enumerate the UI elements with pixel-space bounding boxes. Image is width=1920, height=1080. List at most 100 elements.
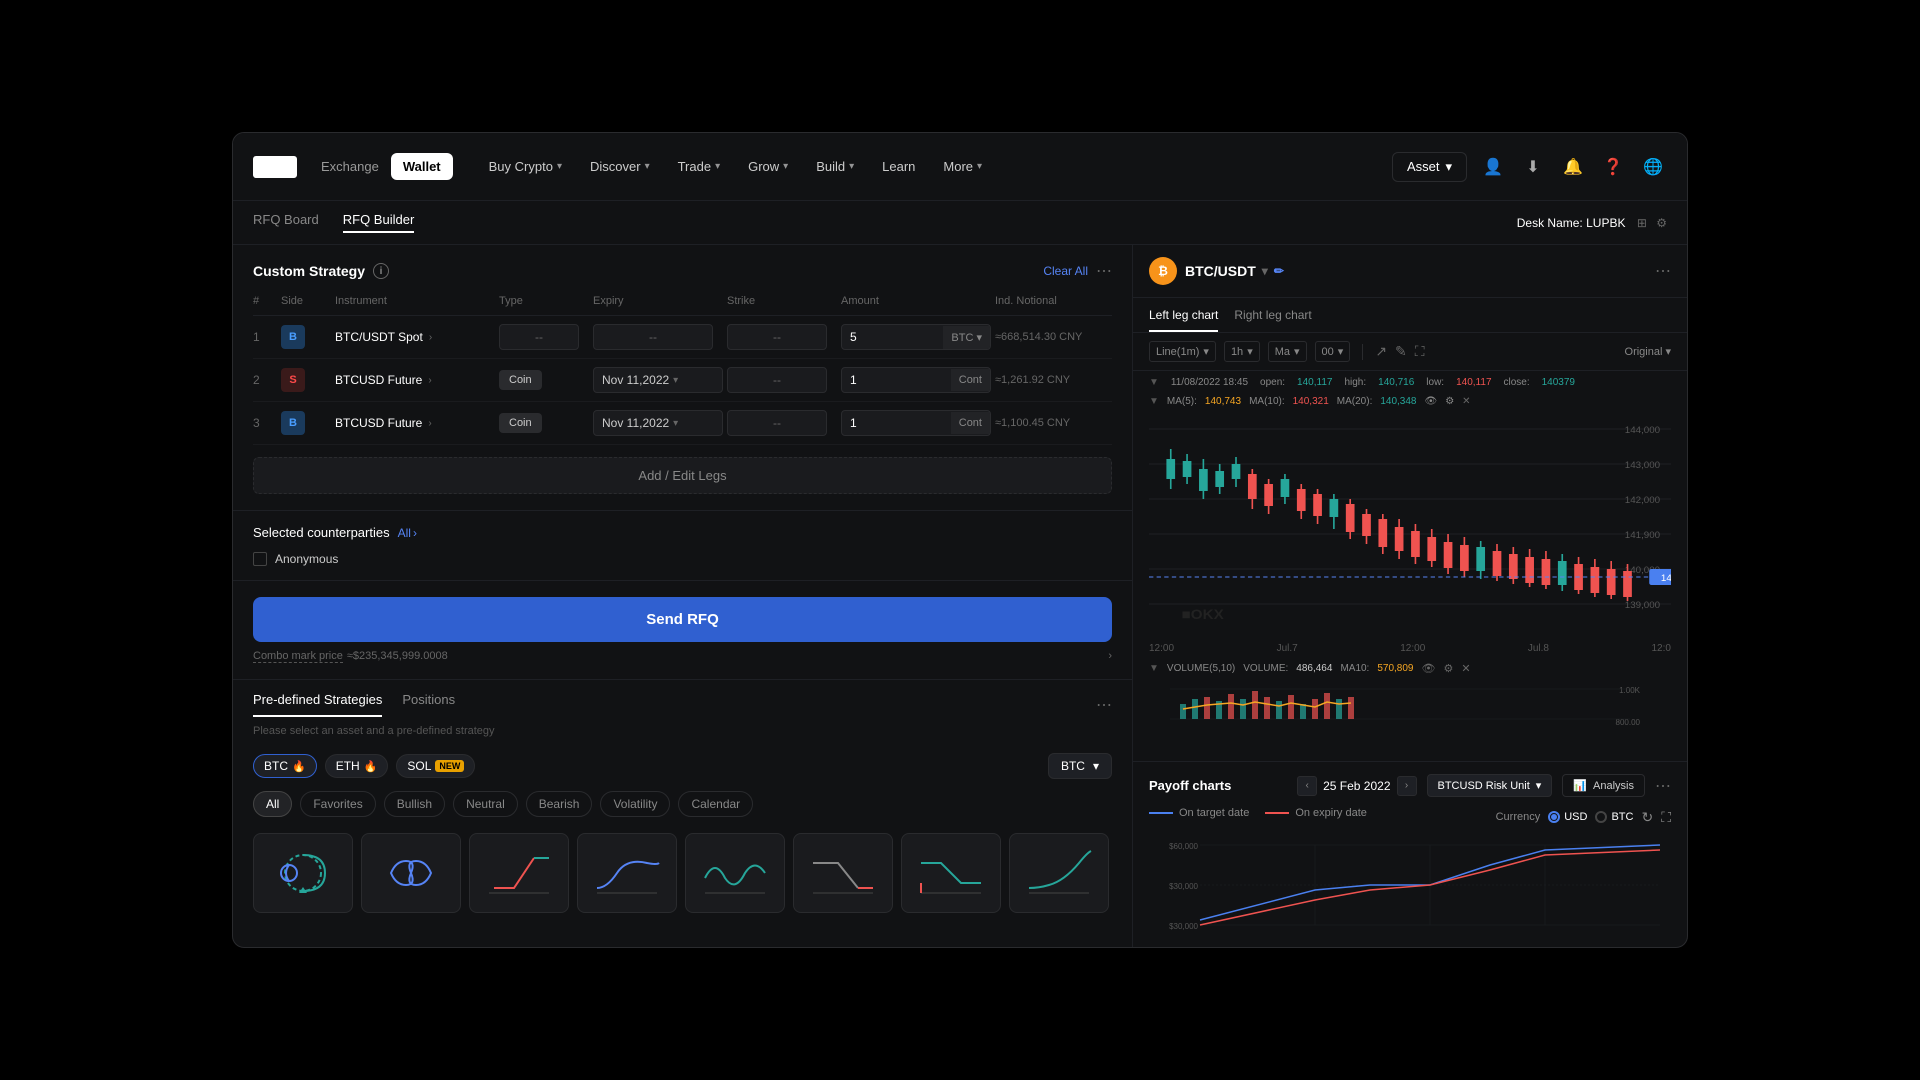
chart-more-icon[interactable]: ⋯ xyxy=(1655,261,1671,281)
coin-info: ₿ BTC/USDT ▾ ✏ xyxy=(1149,257,1284,285)
chart-toolbar: Line(1m) ▾ 1h ▾ Ma ▾ 00 ▾ ↗ ✎ ⛶ Original… xyxy=(1133,333,1687,371)
user-icon[interactable]: 👤 xyxy=(1479,153,1507,181)
strategy-card-1[interactable] xyxy=(253,833,353,913)
chart-header: ₿ BTC/USDT ▾ ✏ ⋯ xyxy=(1133,245,1687,298)
timeframe-selector[interactable]: Line(1m) ▾ xyxy=(1149,341,1216,362)
svg-text:140,379: 140,379 xyxy=(1661,572,1671,583)
row2-instrument: BTCUSD Future › xyxy=(335,373,495,387)
zoom-out-icon[interactable]: ↗ xyxy=(1375,343,1387,360)
add-edit-legs-button[interactable]: Add / Edit Legs xyxy=(253,457,1112,494)
risk-unit-dropdown[interactable]: BTCUSD Risk Unit ▾ xyxy=(1427,774,1553,797)
rfq-builder-tab[interactable]: RFQ Builder xyxy=(343,212,415,233)
send-rfq-button[interactable]: Send RFQ xyxy=(253,597,1112,642)
left-leg-chart-tab[interactable]: Left leg chart xyxy=(1149,308,1218,332)
strategy-cards-list xyxy=(233,825,1132,921)
original-button[interactable]: Original ▾ xyxy=(1625,345,1671,358)
nav-trade[interactable]: Trade ▾ xyxy=(666,151,733,182)
rfq-board-tab[interactable]: RFQ Board xyxy=(253,212,319,233)
predefined-tab[interactable]: Pre-defined Strategies xyxy=(253,692,382,717)
strategy-card-3[interactable] xyxy=(469,833,569,913)
nav-build[interactable]: Build ▾ xyxy=(804,151,866,182)
btc-icon: ₿ xyxy=(1149,257,1177,285)
filter-calendar[interactable]: Calendar xyxy=(678,791,753,817)
row2-notional: ≈1,261.92 CNY xyxy=(995,374,1133,386)
nav-more[interactable]: More ▾ xyxy=(931,151,994,182)
nav-buy-crypto[interactable]: Buy Crypto ▾ xyxy=(477,151,574,182)
filter-favorites[interactable]: Favorites xyxy=(300,791,375,817)
strategy-card-6[interactable] xyxy=(793,833,893,913)
positions-tab[interactable]: Positions xyxy=(402,692,455,717)
clear-all-button[interactable]: Clear All xyxy=(1043,264,1088,278)
filter-volatility[interactable]: Volatility xyxy=(600,791,670,817)
currency-usd-radio[interactable]: USD xyxy=(1548,811,1587,823)
anonymous-checkbox[interactable] xyxy=(253,552,267,566)
row1-amount-input[interactable] xyxy=(842,325,943,349)
svg-text:$30,000: $30,000 xyxy=(1169,922,1198,931)
strategy-card-2[interactable] xyxy=(361,833,461,913)
strategy-card-4[interactable] xyxy=(577,833,677,913)
refresh-icon[interactable]: ↻ xyxy=(1641,809,1653,826)
ma-info: ▼ MA(5):140,743 MA(10):140,321 MA(20):14… xyxy=(1133,394,1687,409)
svg-text:143,000: 143,000 xyxy=(1625,459,1660,470)
asset-sol-tag[interactable]: SOL NEW xyxy=(396,754,475,778)
help-icon[interactable]: ❓ xyxy=(1599,153,1627,181)
crosshair-icon[interactable]: ✎ xyxy=(1395,343,1407,360)
payoff-more-icon[interactable]: ⋯ xyxy=(1655,776,1671,796)
right-leg-chart-tab[interactable]: Right leg chart xyxy=(1234,308,1311,332)
toolbar-separator xyxy=(1362,344,1363,360)
exchange-tab[interactable]: Exchange xyxy=(309,153,391,180)
strategy-more-icon[interactable]: ⋯ xyxy=(1096,261,1112,281)
nav-discover[interactable]: Discover ▾ xyxy=(578,151,662,182)
predefined-more-icon[interactable]: ⋯ xyxy=(1096,695,1112,715)
strategy-card-8[interactable] xyxy=(1009,833,1109,913)
interval-selector[interactable]: 1h ▾ xyxy=(1224,341,1260,362)
nav-grow[interactable]: Grow ▾ xyxy=(736,151,800,182)
asset-button[interactable]: Asset ▾ xyxy=(1392,152,1467,182)
row1-strike: -- xyxy=(727,324,827,350)
row3-amount: Cont xyxy=(841,410,991,436)
strategy-info-icon[interactable]: i xyxy=(373,263,389,279)
indicator-selector[interactable]: Ma ▾ xyxy=(1268,341,1307,362)
row3-type-button[interactable]: Coin xyxy=(499,413,542,433)
filter-all[interactable]: All xyxy=(253,791,292,817)
analysis-button[interactable]: 📊 Analysis xyxy=(1562,774,1645,797)
period-selector[interactable]: 00 ▾ xyxy=(1315,341,1351,362)
asset-btc-tag[interactable]: BTC 🔥 xyxy=(253,754,317,778)
strategy-table: # Side Instrument Type Expiry Strike Amo… xyxy=(253,295,1112,445)
th-instrument: Instrument xyxy=(335,295,495,307)
nav-learn[interactable]: Learn xyxy=(870,151,927,182)
row3-amount-input[interactable] xyxy=(842,411,951,435)
strategy-card-5[interactable] xyxy=(685,833,785,913)
counterparties-all-link[interactable]: All › xyxy=(398,526,417,540)
prev-date-button[interactable]: ‹ xyxy=(1297,776,1317,796)
row3-expiry[interactable]: Nov 11,2022 ▾ xyxy=(593,410,723,436)
th-type: Type xyxy=(499,295,589,307)
svg-text:$60,000: $60,000 xyxy=(1169,842,1198,851)
download-icon[interactable]: ⬇ xyxy=(1519,153,1547,181)
globe-icon[interactable]: 🌐 xyxy=(1639,153,1667,181)
filter-neutral[interactable]: Neutral xyxy=(453,791,518,817)
asset-select-dropdown[interactable]: BTC ▾ xyxy=(1048,753,1112,779)
filter-bearish[interactable]: Bearish xyxy=(526,791,593,817)
chart-tabs: Left leg chart Right leg chart xyxy=(1133,298,1687,333)
expand-icon[interactable]: ⛶ xyxy=(1661,809,1671,826)
svg-text:$30,000: $30,000 xyxy=(1169,882,1198,891)
th-side: Side xyxy=(281,295,331,307)
row2-expiry[interactable]: Nov 11,2022 ▾ xyxy=(593,367,723,393)
th-notional: Ind. Notional xyxy=(995,295,1133,307)
notification-icon[interactable]: 🔔 xyxy=(1559,153,1587,181)
row2-strike: -- xyxy=(727,367,827,393)
edit-coin-icon[interactable]: ✏ xyxy=(1274,264,1284,278)
predefined-hint: Please select an asset and a pre-defined… xyxy=(233,717,1132,745)
currency-btc-radio[interactable]: BTC xyxy=(1595,811,1633,823)
fullscreen-icon[interactable]: ⛶ xyxy=(1415,343,1425,360)
strategy-card-7[interactable] xyxy=(901,833,1001,913)
row2-amount-input[interactable] xyxy=(842,368,951,392)
table-row: 1 B BTC/USDT Spot › -- -- -- BTC ▾ ≈668,… xyxy=(253,316,1112,359)
asset-eth-tag[interactable]: ETH 🔥 xyxy=(325,754,389,778)
wallet-tab[interactable]: Wallet xyxy=(391,153,453,180)
filter-bullish[interactable]: Bullish xyxy=(384,791,445,817)
counterparties-title: Selected counterparties xyxy=(253,525,390,540)
next-date-button[interactable]: › xyxy=(1397,776,1417,796)
row2-type-button[interactable]: Coin xyxy=(499,370,542,390)
